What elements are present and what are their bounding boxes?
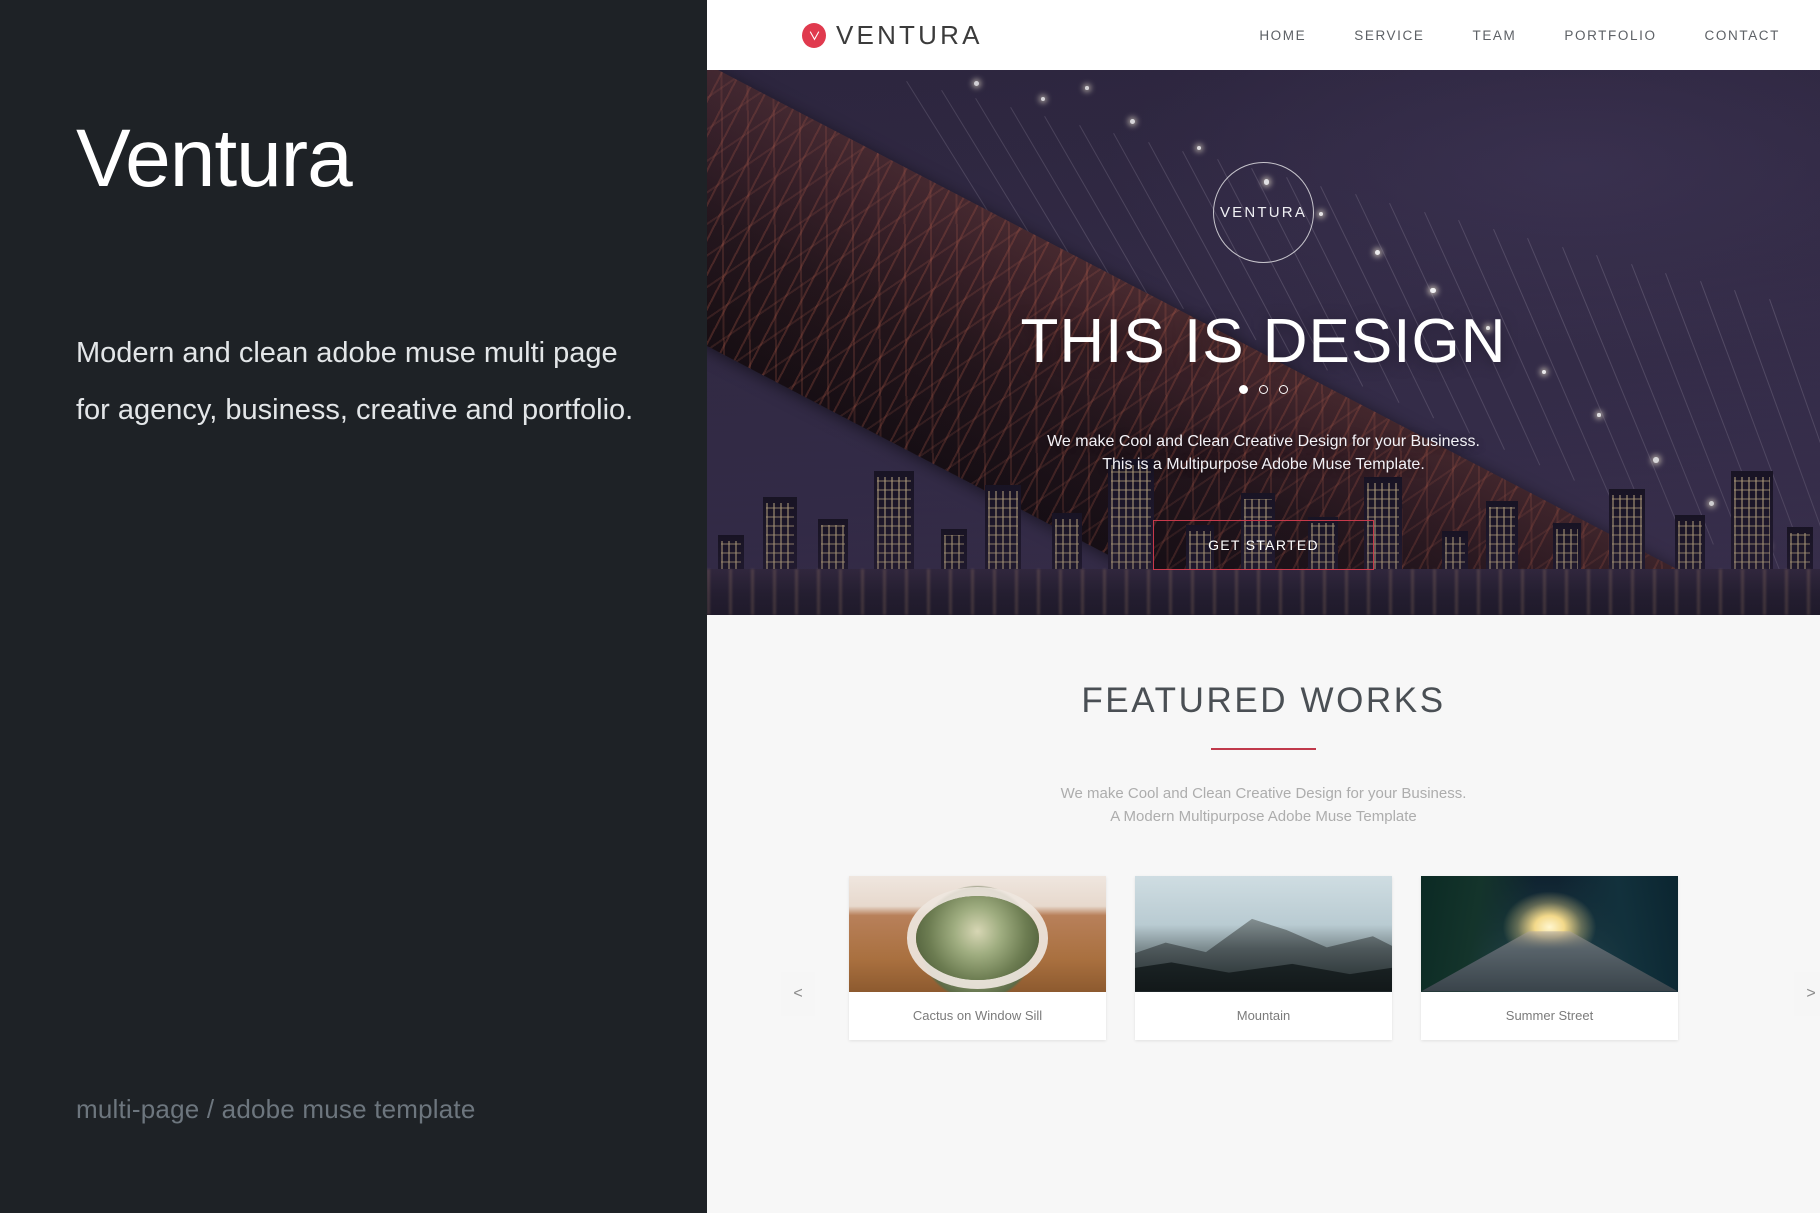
portfolio-card[interactable]: Cactus on Window Sill [849,876,1106,1040]
site-header: VENTURA HOME SERVICE TEAM PORTFOLIO CONT… [707,0,1820,70]
portfolio-card-caption: Mountain [1135,992,1392,1040]
hero-subtitle: We make Cool and Clean Creative Design f… [1047,430,1480,476]
slider-dots [1239,385,1288,394]
ventura-v-mark-icon [802,23,826,48]
featured-works-section: FEATURED WORKS We make Cool and Clean Cr… [707,615,1820,1213]
slider-dot-2[interactable] [1259,385,1268,394]
screenshot-root: Ventura Modern and clean adobe muse mult… [0,0,1820,1213]
get-started-button[interactable]: GET STARTED [1153,520,1374,570]
slider-dot-1[interactable] [1239,385,1248,394]
portfolio-card-list: < Cactus on Window Sill Mountain Summer … [707,876,1820,1040]
website-mockup: VENTURA HOME SERVICE TEAM PORTFOLIO CONT… [707,0,1820,1213]
nav-item-home[interactable]: HOME [1259,28,1306,43]
featured-works-title: FEATURED WORKS [707,681,1820,721]
portfolio-card[interactable]: Summer Street [1421,876,1678,1040]
mountain-photo [1135,876,1392,992]
featured-works-subtitle-line2: A Modern Multipurpose Adobe Muse Templat… [707,805,1820,828]
promo-panel: Ventura Modern and clean adobe muse mult… [0,0,707,1213]
portfolio-card[interactable]: Mountain [1135,876,1392,1040]
promo-tagline: multi-page / adobe muse template [76,1094,476,1125]
featured-works-subtitle-line1: We make Cool and Clean Creative Design f… [707,782,1820,805]
hero-slider: VENTURA THIS IS DESIGN We make Cool and … [707,70,1820,615]
brand-logo[interactable]: VENTURA [802,20,983,51]
main-nav: HOME SERVICE TEAM PORTFOLIO CONTACT [1259,28,1780,43]
portfolio-next-arrow[interactable]: > [1794,972,1820,1016]
hero-title: THIS IS DESIGN [1021,311,1507,373]
cactus-photo [849,876,1106,992]
portfolio-prev-arrow[interactable]: < [781,972,815,1016]
nav-item-team[interactable]: TEAM [1472,28,1516,43]
summer-street-photo [1421,876,1678,992]
portfolio-card-caption: Summer Street [1421,992,1678,1040]
promo-description: Modern and clean adobe muse multi page f… [76,325,636,438]
hero-subtitle-line2: This is a Multipurpose Adobe Muse Templa… [1047,453,1480,476]
nav-item-contact[interactable]: CONTACT [1705,28,1780,43]
brand-name: VENTURA [836,20,983,51]
hero-content: VENTURA THIS IS DESIGN We make Cool and … [707,70,1820,615]
nav-item-portfolio[interactable]: PORTFOLIO [1564,28,1656,43]
hero-circle-badge: VENTURA [1213,162,1314,263]
slider-dot-3[interactable] [1279,385,1288,394]
promo-title: Ventura [76,118,352,200]
hero-badge-label: VENTURA [1220,204,1307,221]
title-divider [1211,748,1316,750]
hero-subtitle-line1: We make Cool and Clean Creative Design f… [1047,430,1480,453]
nav-item-service[interactable]: SERVICE [1354,28,1424,43]
portfolio-card-caption: Cactus on Window Sill [849,992,1106,1040]
featured-works-subtitle: We make Cool and Clean Creative Design f… [707,782,1820,829]
